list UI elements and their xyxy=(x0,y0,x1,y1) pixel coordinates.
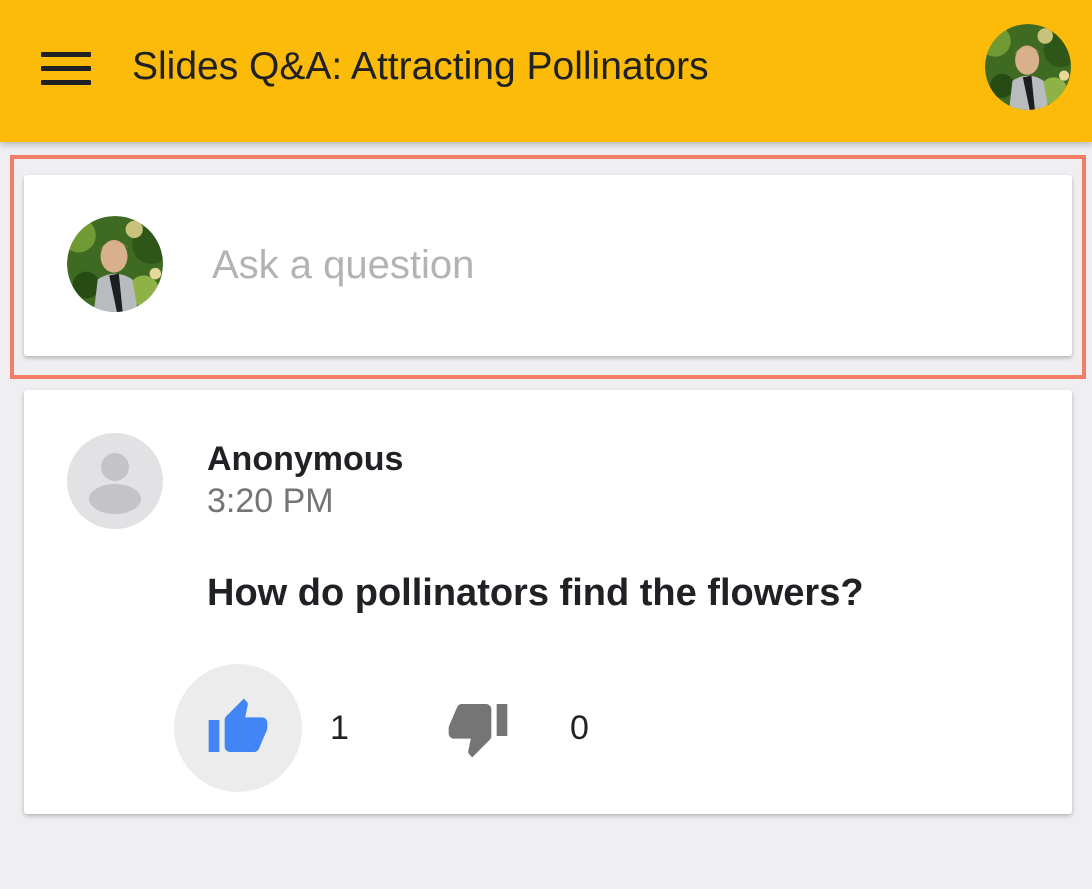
hamburger-menu-icon-bar xyxy=(41,80,91,85)
downvote-count: 0 xyxy=(570,709,589,747)
app-title: Slides Q&A: Attracting Pollinators xyxy=(132,45,709,88)
question-author: Anonymous xyxy=(207,440,404,478)
downvote-button[interactable] xyxy=(432,682,524,774)
question-timestamp: 3:20 PM xyxy=(207,482,334,520)
ask-question-card[interactable] xyxy=(24,175,1072,356)
question-text: How do pollinators find the flowers? xyxy=(207,572,864,614)
hamburger-menu-icon xyxy=(41,52,91,57)
upvote-button[interactable] xyxy=(174,664,302,792)
thumb-up-icon xyxy=(208,698,268,752)
account-avatar[interactable] xyxy=(985,24,1071,110)
user-photo-avatar xyxy=(985,24,1071,110)
anonymous-avatar-icon xyxy=(67,433,163,529)
upvote-count: 1 xyxy=(330,709,349,747)
thumb-down-icon xyxy=(448,704,508,758)
composer-avatar xyxy=(67,216,163,312)
app-bar: Slides Q&A: Attracting Pollinators xyxy=(0,0,1092,142)
question-card: Anonymous 3:20 PM How do pollinators fin… xyxy=(24,390,1072,814)
menu-button[interactable] xyxy=(30,38,102,98)
user-photo-avatar xyxy=(67,216,163,312)
hamburger-menu-icon-bar xyxy=(41,66,91,71)
ask-question-input[interactable] xyxy=(212,235,1032,295)
